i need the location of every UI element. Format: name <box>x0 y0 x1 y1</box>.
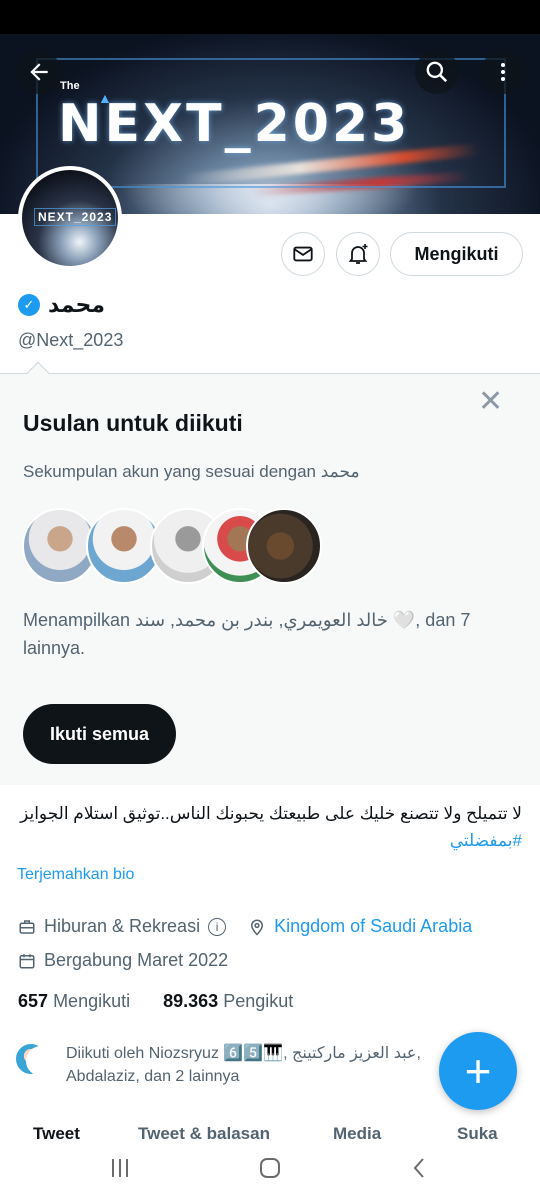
profile-name: محمد <box>48 292 105 317</box>
home-button[interactable] <box>250 1152 290 1184</box>
more-vertical-icon <box>501 63 505 81</box>
tab-media[interactable]: Media <box>333 1124 381 1140</box>
tab-tweets-replies[interactable]: Tweet & balasan <box>138 1124 270 1140</box>
avatar-text: NEXT_2023 <box>34 208 117 226</box>
recent-apps-icon <box>112 1159 128 1177</box>
suggestions-subtitle: Sekumpulan akun yang sesuai dengan محمد <box>23 462 360 481</box>
profile-handle: @Next_2023 <box>18 330 124 350</box>
banner-small-text: The <box>60 80 80 92</box>
following-label: Mengikuti <box>53 991 131 1011</box>
bell-plus-icon <box>348 244 368 264</box>
bio-hashtag[interactable]: #بمفضلتي <box>450 831 522 850</box>
envelope-icon <box>293 246 313 262</box>
profile-tabs: Tweet Tweet & balasan Media Suka <box>0 1120 540 1140</box>
follower-avatar <box>26 1046 56 1076</box>
translate-bio-link[interactable]: Terjemahkan bio <box>17 866 134 884</box>
profile-joined: Bergabung Maret 2022 <box>44 950 229 970</box>
back-button[interactable] <box>17 50 61 94</box>
suggestions-description: Menampilkan خالد العويمري, بندر بن محمد,… <box>23 610 471 658</box>
profile-bio: لا تتميلح ولا تتصنع خليك على طبيعتك يحبو… <box>18 800 522 854</box>
profile-joined-row: Bergabung Maret 2022 <box>18 950 228 971</box>
compose-button[interactable]: + <box>439 1032 517 1110</box>
back-nav-button[interactable] <box>400 1152 440 1184</box>
profile-avatar[interactable]: NEXT_2023 <box>18 166 122 270</box>
following-count: 657 <box>18 991 49 1011</box>
followed-by-text: Diikuti oleh Niozsryuz 6️⃣5️⃣🎹, عبد العز… <box>66 1045 421 1085</box>
arrow-left-icon <box>30 63 48 81</box>
plus-icon: + <box>464 1045 492 1097</box>
status-bar <box>0 0 540 34</box>
calendar-icon <box>19 953 35 968</box>
followed-by-avatars <box>14 1042 56 1088</box>
more-button[interactable] <box>481 50 525 94</box>
home-icon <box>260 1158 280 1178</box>
followers-stat[interactable]: 89.363 Pengikut <box>163 991 293 1011</box>
suggestions-panel: ✕ Usulan untuk diikuti Sekumpulan akun y… <box>0 361 540 785</box>
bird-icon: ▲ <box>98 90 112 106</box>
suggested-avatar[interactable] <box>246 508 322 584</box>
profile-name-row: ✓ محمد <box>18 292 105 318</box>
location-pin-icon <box>251 919 264 936</box>
message-button[interactable] <box>281 232 325 276</box>
tab-likes[interactable]: Suka <box>457 1124 498 1140</box>
followers-count: 89.363 <box>163 991 219 1011</box>
following-stat[interactable]: 657 Mengikuti <box>18 991 130 1011</box>
follow-stats: 657 Mengikuti 89.363 Pengikut <box>18 991 293 1012</box>
profile-meta-row: Hiburan & Rekreasi i Kingdom of Saudi Ar… <box>18 916 472 937</box>
bio-text: لا تتميلح ولا تتصنع خليك على طبيعتك يحبو… <box>20 804 522 823</box>
suggestions-title: Usulan untuk diikuti <box>23 410 243 436</box>
close-icon[interactable]: ✕ <box>478 387 503 417</box>
follow-all-button[interactable]: Ikuti semua <box>23 704 176 764</box>
verified-badge-icon: ✓ <box>18 294 40 316</box>
system-nav-bar <box>0 1140 540 1200</box>
following-button[interactable]: Mengikuti <box>390 232 523 276</box>
search-icon <box>426 61 448 83</box>
followers-label: Pengikut <box>223 991 294 1011</box>
panel-notch <box>26 361 50 385</box>
chevron-left-icon <box>413 1158 424 1178</box>
tab-tweets[interactable]: Tweet <box>33 1124 80 1140</box>
suggested-avatars[interactable] <box>22 508 322 584</box>
followed-by-row[interactable]: Diikuti oleh Niozsryuz 6️⃣5️⃣🎹, عبد العز… <box>14 1042 446 1088</box>
profile-category: Hiburan & Rekreasi <box>44 916 201 936</box>
recent-apps-button[interactable] <box>100 1152 140 1184</box>
notifications-button[interactable] <box>336 232 380 276</box>
info-icon[interactable]: i <box>208 917 227 936</box>
search-button[interactable] <box>415 50 459 94</box>
briefcase-icon <box>19 919 35 934</box>
profile-location[interactable]: Kingdom of Saudi Arabia <box>274 916 472 937</box>
